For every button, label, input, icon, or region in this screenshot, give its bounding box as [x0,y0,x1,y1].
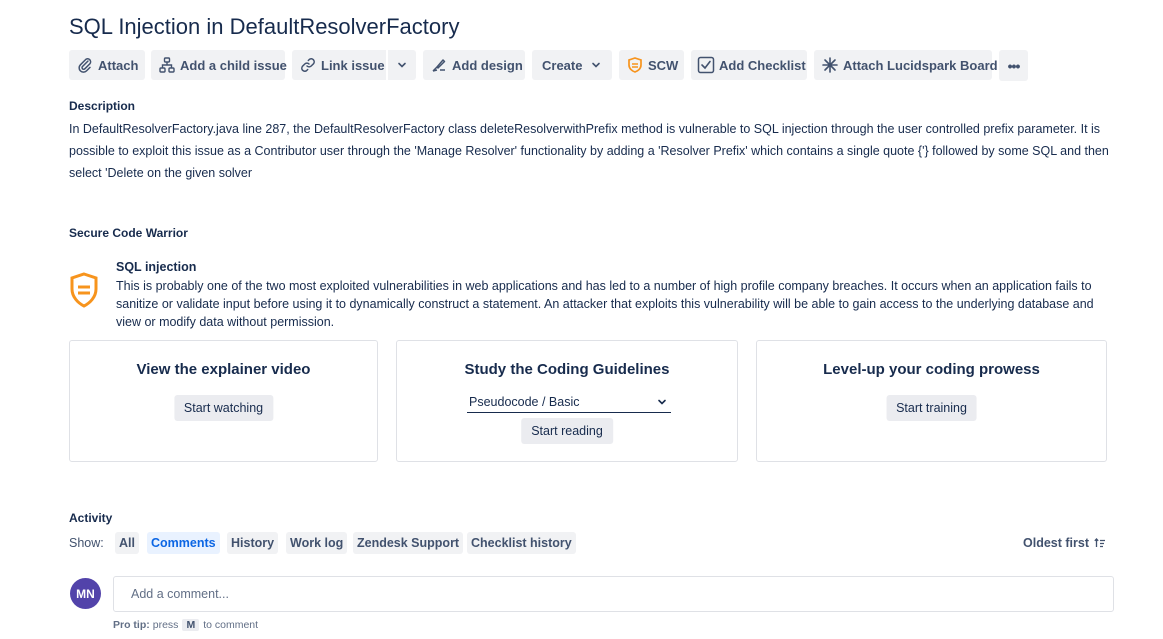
sort-icon [1094,537,1106,549]
link-issue-dropdown-button[interactable] [388,50,416,80]
attach-lucidspark-button[interactable]: Attach Lucidspark Board [814,50,998,80]
pro-tip-label: Pro tip: [113,619,150,631]
attach-button[interactable]: Attach [69,50,145,80]
user-avatar: MN [70,578,101,609]
link-icon [300,57,316,73]
attach-label: Attach [98,57,139,73]
add-design-button[interactable]: Add design [423,50,525,80]
lucidspark-icon [822,57,838,73]
filter-all[interactable]: All [115,532,139,554]
scw-section-label: Secure Code Warrior [69,226,188,240]
start-watching-button[interactable]: Start watching [173,395,274,421]
issue-title: SQL Injection in DefaultResolverFactory [69,14,460,39]
vulnerability-title: SQL injection [116,260,197,274]
sort-order-label: Oldest first [1023,536,1089,550]
comment-placeholder: Add a comment... [131,587,229,601]
create-button[interactable]: Create [532,50,612,80]
card-title: Level-up your coding prowess [823,361,1040,378]
link-issue-button[interactable]: Link issue [292,50,386,80]
start-reading-button[interactable]: Start reading [521,418,613,444]
pro-tip-text: press [152,619,179,631]
chevron-down-icon [657,396,667,410]
pro-tip: Pro tip: press M to comment [113,619,258,631]
scw-logo-icon [69,272,99,313]
filter-work-log[interactable]: Work log [286,532,348,554]
lucidspark-label: Attach Lucidspark Board [843,57,998,73]
add-child-issue-button[interactable]: Add a child issue [151,50,287,80]
add-checklist-label: Add Checklist [719,57,806,73]
more-actions-button[interactable]: ••• [999,50,1028,81]
create-label: Create [542,57,583,73]
activity-show-label: Show: [69,536,104,550]
chevron-down-icon [591,60,601,70]
design-pen-icon [431,57,447,73]
more-icon: ••• [1007,57,1021,74]
scw-label: SCW [648,57,679,73]
start-training-button[interactable]: Start training [886,395,977,421]
scw-shield-icon [627,57,643,73]
scw-button[interactable]: SCW [619,50,684,80]
link-issue-label: Link issue [321,57,385,73]
checklist-icon [697,56,715,74]
activity-label: Activity [69,511,113,525]
language-select[interactable]: Pseudocode / Basic [467,395,671,413]
filter-history[interactable]: History [227,532,279,554]
sort-order-button[interactable]: Oldest first [1023,536,1106,550]
add-comment-input[interactable]: Add a comment... [113,576,1114,612]
vulnerability-description: This is probably one of the two most exp… [116,279,1094,329]
coding-guidelines-card: Study the Coding Guidelines Pseudocode /… [396,340,738,462]
card-title: View the explainer video [136,361,311,378]
filter-comments[interactable]: Comments [147,532,220,554]
add-child-label: Add a child issue [180,57,287,73]
pro-tip-text-end: to comment [203,619,259,631]
filter-zendesk-support[interactable]: Zendesk Support [353,532,464,554]
filter-checklist-history[interactable]: Checklist history [467,532,576,554]
card-title: Study the Coding Guidelines [464,361,670,378]
add-checklist-button[interactable]: Add Checklist [691,50,807,80]
chevron-down-icon [397,60,407,70]
add-design-label: Add design [452,57,523,73]
shortcut-key: M [182,619,200,631]
child-issue-icon [159,57,175,73]
language-select-value: Pseudocode / Basic [469,395,580,409]
description-text: In DefaultResolverFactory.java line 287,… [69,122,1109,180]
explainer-video-card: View the explainer video Start watching [69,340,378,462]
coding-prowess-card: Level-up your coding prowess Start train… [756,340,1107,462]
description-label: Description [69,99,136,113]
paperclip-icon [77,57,93,73]
